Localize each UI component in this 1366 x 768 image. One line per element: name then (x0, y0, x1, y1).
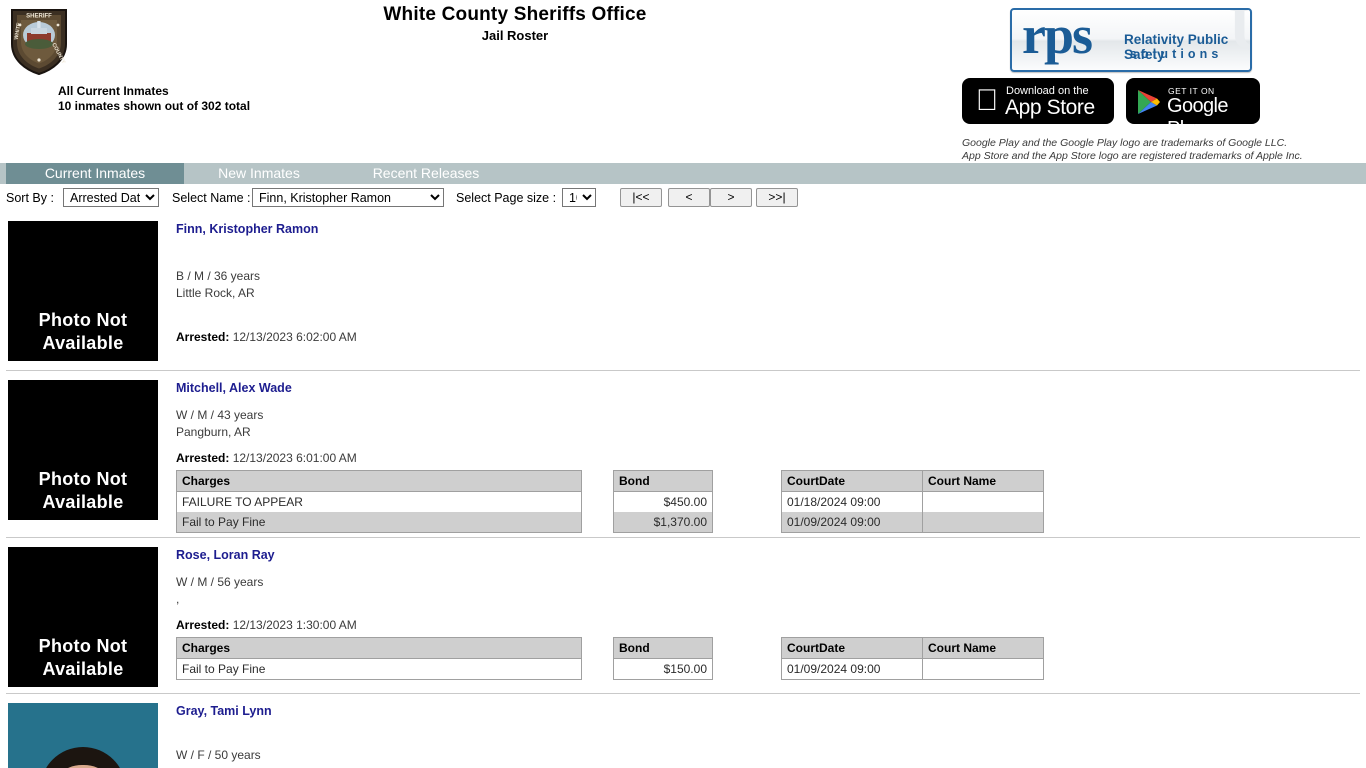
roster-summary-line2: 10 inmates shown out of 302 total (58, 99, 251, 113)
select-name-select[interactable]: Finn, Kristopher Ramon (252, 188, 444, 207)
bond-cell: $1,370.00 (613, 512, 713, 533)
arrested-datetime: 12/13/2023 6:02:00 AM (232, 330, 357, 344)
pagination-next-button[interactable]: > (710, 188, 752, 207)
court-date-cell: 01/09/2024 09:00 (781, 512, 923, 533)
court-name-cell (922, 658, 1044, 680)
page-size-label: Select Page size : (456, 191, 557, 205)
inmate-name-link[interactable]: Mitchell, Alex Wade (176, 381, 292, 395)
inmate-arrested: Arrested: 12/13/2023 6:02:00 AM (176, 329, 1366, 345)
bond-header: Bond (613, 637, 713, 659)
arrested-datetime: 12/13/2023 6:01:00 AM (232, 451, 357, 465)
trademark-line-apple: App Store and the App Store logo are reg… (962, 149, 1303, 162)
bond-header: Bond (613, 470, 713, 492)
trademark-line-google: Google Play and the Google Play logo are… (962, 137, 1288, 149)
inmate-photo: Photo Not Available (8, 547, 158, 687)
inmate-name-link[interactable]: Finn, Kristopher Ramon (176, 222, 318, 236)
court-name-header: Court Name (922, 470, 1044, 492)
rps-logo: US rps Relativity Public Safety solution… (1010, 8, 1252, 72)
court-table: CourtDate Court Name 01/09/2024 09:00 (781, 637, 1044, 680)
inmate-demographics: W / M / 56 years (176, 575, 264, 589)
inmate-arrested: Arrested: 12/13/2023 6:01:00 AM (176, 450, 1366, 466)
inmate-demographics: W / F / 50 years (176, 748, 261, 762)
photo-not-available-label: Photo Not Available (38, 310, 128, 353)
inmate-list: Photo Not Available Finn, Kristopher Ram… (0, 212, 1366, 768)
charge-cell: FAILURE TO APPEAR (176, 491, 582, 512)
court-name-cell (922, 491, 1044, 512)
inmate-details: Rose, Loran Ray W / M / 56 years , Arres… (176, 538, 1366, 680)
pagination-last-button[interactable]: >>| (756, 188, 798, 207)
select-name-label: Select Name : (172, 191, 251, 205)
rps-tagline-secondary: solutions (1130, 47, 1223, 61)
inmate-record: Photo Not Available Finn, Kristopher Ram… (0, 212, 1366, 370)
bond-table: Bond $450.00 $1,370.00 (613, 470, 713, 533)
charge-cell: Fail to Pay Fine (176, 658, 582, 680)
bond-table: Bond $150.00 (613, 637, 713, 680)
court-date-cell: 01/18/2024 09:00 (781, 491, 923, 512)
page-header: SHERIFF WHITE COUNTY White County Sherif… (0, 0, 1366, 163)
inmate-record: Gray, Tami Lynn W / F / 50 years (0, 694, 1366, 768)
photo-not-available-label: Photo Not Available (38, 469, 128, 512)
jail-roster-page: SHERIFF WHITE COUNTY White County Sherif… (0, 0, 1366, 768)
charge-cell: Fail to Pay Fine (176, 512, 582, 533)
inmate-photo: Photo Not Available (8, 221, 158, 361)
charges-header: Charges (176, 637, 582, 659)
charges-table: Charges FAILURE TO APPEAR Fail to Pay Fi… (176, 470, 582, 533)
inmate-city: , (176, 592, 180, 606)
page-title-block: White County Sheriffs Office Jail Roster (0, 4, 1030, 45)
inmate-demographics: W / M / 43 years (176, 408, 264, 422)
roster-controls: Sort By : Arrested Date Select Name : Fi… (0, 188, 1366, 210)
pagination-first-button[interactable]: |<< (620, 188, 662, 207)
court-name-cell (922, 512, 1044, 533)
bond-cell: $150.00 (613, 658, 713, 680)
inmate-record: Photo Not Available Rose, Loran Ray W / … (0, 538, 1366, 693)
arrested-label: Arrested: (176, 451, 230, 465)
arrested-datetime: 12/13/2023 1:30:00 AM (232, 618, 357, 632)
court-date-cell: 01/09/2024 09:00 (781, 658, 923, 680)
inmate-name-link[interactable]: Gray, Tami Lynn (176, 704, 272, 718)
charges-table: Charges Fail to Pay Fine (176, 637, 582, 680)
inmate-arrested: Arrested: 12/13/2023 1:30:00 AM (176, 617, 1366, 633)
inmate-city: Little Rock, AR (176, 286, 255, 300)
inmate-photo (8, 703, 158, 768)
tab-bar: Current Inmates New Inmates Recent Relea… (0, 163, 1366, 184)
court-table: CourtDate Court Name 01/18/2024 09:00 01… (781, 470, 1044, 533)
inmate-details: Mitchell, Alex Wade W / M / 43 years Pan… (176, 371, 1366, 533)
arrested-label: Arrested: (176, 618, 230, 632)
trademark-notice: Google Play and the Google Play logo are… (962, 137, 1362, 162)
rps-wordmark: rps (1022, 8, 1093, 65)
court-name-header: Court Name (922, 637, 1044, 659)
inmate-photo: Photo Not Available (8, 380, 158, 520)
sort-by-label: Sort By : (6, 191, 54, 205)
tab-new-inmates[interactable]: New Inmates (184, 163, 334, 184)
inmate-name-link[interactable]: Rose, Loran Ray (176, 548, 275, 562)
app-store-button[interactable]:  Download on the App Store (962, 78, 1114, 124)
tab-current-inmates[interactable]: Current Inmates (6, 163, 184, 184)
roster-summary: All Current Inmates 10 inmates shown out… (58, 84, 250, 114)
inmate-details: Gray, Tami Lynn W / F / 50 years (176, 694, 1366, 764)
google-play-button[interactable]: GET IT ON Google Play (1126, 78, 1260, 124)
page-size-select[interactable]: 10 (562, 188, 596, 207)
google-play-line2: Google Play (1167, 95, 1229, 124)
court-date-header: CourtDate (781, 637, 923, 659)
inmate-demographics: B / M / 36 years (176, 269, 261, 283)
photo-not-available-label: Photo Not Available (38, 636, 128, 679)
google-play-icon (1138, 90, 1160, 114)
page-subtitle: Jail Roster (481, 28, 549, 43)
court-date-header: CourtDate (781, 470, 923, 492)
inmate-record: Photo Not Available Mitchell, Alex Wade … (0, 371, 1366, 537)
tab-recent-releases[interactable]: Recent Releases (350, 163, 502, 184)
app-store-line2: App Store (1005, 96, 1095, 119)
bond-cell: $450.00 (613, 491, 713, 512)
page-title: White County Sheriffs Office (383, 4, 647, 25)
arrested-label: Arrested: (176, 330, 230, 344)
inmate-city: Pangburn, AR (176, 425, 251, 439)
apple-logo-icon:  (974, 86, 1000, 116)
roster-summary-line1: All Current Inmates (58, 84, 169, 98)
pagination-prev-button[interactable]: < (668, 188, 710, 207)
charges-header: Charges (176, 470, 582, 492)
sort-by-select[interactable]: Arrested Date (63, 188, 159, 207)
inmate-details: Finn, Kristopher Ramon B / M / 36 years … (176, 212, 1366, 345)
